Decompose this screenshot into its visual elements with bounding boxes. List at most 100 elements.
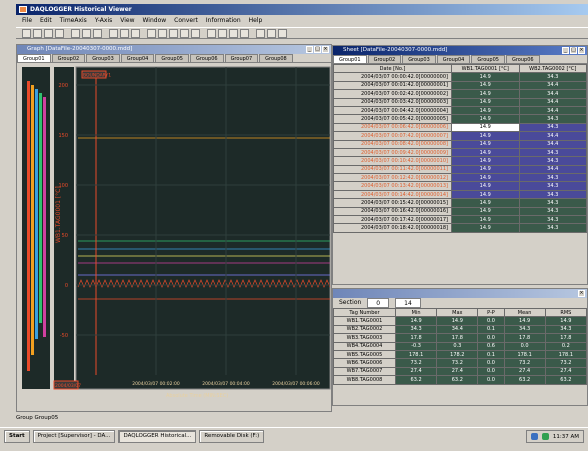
graph-tab-1[interactable]: Group01	[17, 54, 51, 62]
volume-icon[interactable]	[541, 433, 549, 440]
open-icon[interactable]	[22, 28, 31, 38]
table-row[interactable]: 2004/03/07 00:00:42.0[00000000] 14.9 34.3	[333, 72, 587, 82]
table-row[interactable]: 2004/03/07 00:06:42.0[00000006] 14.9 34.3	[333, 122, 587, 133]
record-icon[interactable]	[109, 28, 118, 38]
table-row[interactable]: 2004/03/07 00:01:42.0[00000001] 14.9 34.4	[333, 80, 587, 91]
cell-date[interactable]: 2004/03/07 00:07:42.0[00000007]	[333, 131, 452, 141]
stats-window-title[interactable]: ×	[333, 289, 587, 298]
sheet-window-title[interactable]: Sheet [DataFile-20040307-0000.mdd] _ □ ×	[333, 46, 587, 55]
stats-row[interactable]: WB6.TAG0006 73.2 73.2 0.0 73.2 73.2	[333, 358, 588, 368]
graph-window-title[interactable]: Graph [DataFile-20040307-0000.mdd] _ □ ×	[17, 45, 331, 54]
cell-date[interactable]: 2004/03/07 00:13:42.0[00000013]	[333, 181, 452, 191]
stats-col-rms[interactable]: RMS	[544, 307, 588, 318]
menu-window[interactable]: Window	[143, 16, 167, 26]
cell-value[interactable]: 14.9	[451, 89, 520, 99]
cell-value[interactable]: 34.3	[518, 147, 587, 158]
cell-value[interactable]: 34.3	[518, 189, 587, 200]
stats-row[interactable]: WB8.TAG0008 63.2 63.2 0.0 63.2 63.2	[333, 375, 588, 385]
cell-date[interactable]: 2004/03/07 00:17:42.0[00000017]	[333, 215, 452, 225]
scroll-left-icon[interactable]	[158, 28, 167, 38]
stats-row[interactable]: WB3.TAG0003 17.8 17.8 0.0 17.8 17.8	[333, 333, 588, 343]
graph-tab-8[interactable]: Group08	[259, 54, 293, 62]
table-row[interactable]: 2004/03/07 00:15:42.0[00000015] 14.9 34.3	[333, 198, 587, 208]
cell-value[interactable]: 14.9	[451, 139, 520, 149]
cell-value[interactable]: 14.9	[451, 198, 520, 208]
measure-icon[interactable]	[191, 28, 200, 38]
cell-value[interactable]: 14.9	[451, 223, 520, 233]
zoom-out-icon[interactable]	[131, 28, 140, 38]
stats-col-tagnumber[interactable]: Tag Number	[333, 307, 396, 318]
table-row[interactable]: 2004/03/07 00:18:42.0[00000018] 14.9 34.3	[333, 223, 587, 233]
col-tag2[interactable]: WB2.TAG0002 [°C]	[518, 63, 587, 74]
tile-icon[interactable]	[240, 28, 249, 38]
table-row[interactable]: 2004/03/07 00:14:42.0[00000014] 14.9 34.3	[333, 189, 587, 200]
cell-date[interactable]: 2004/03/07 00:09:42.0[00000009]	[333, 147, 452, 158]
cell-value[interactable]: 34.3	[518, 114, 587, 124]
cell-value[interactable]: 14.9	[451, 122, 520, 133]
taskbar-item-project[interactable]: Project [Supervisor] - DA...	[32, 430, 116, 443]
taskbar-item-removable-disk[interactable]: Removable Disk (F:)	[199, 430, 265, 443]
cell-value[interactable]: 34.4	[518, 80, 587, 91]
save-icon[interactable]	[33, 28, 42, 38]
col-tag1[interactable]: WB1.TAG0001 [°C]	[451, 63, 520, 74]
copy-icon[interactable]	[82, 28, 91, 38]
cell-value[interactable]: 34.3	[518, 223, 587, 233]
print-preview-icon[interactable]	[267, 28, 276, 38]
cell-value[interactable]: 34.3	[518, 206, 587, 217]
menu-convert[interactable]: Convert	[174, 16, 198, 26]
cell-date[interactable]: 2004/03/07 00:02:42.0[00000002]	[333, 89, 452, 99]
table-row[interactable]: 2004/03/07 00:10:42.0[00000010] 14.9 34.3	[333, 156, 587, 166]
sheet-tab-4[interactable]: Group04	[436, 55, 471, 63]
menu-file[interactable]: File	[22, 16, 32, 26]
cell-date[interactable]: 2004/03/07 00:12:42.0[00000012]	[333, 173, 452, 183]
network-icon[interactable]	[530, 433, 538, 440]
section-to[interactable]: 14	[395, 298, 421, 308]
cell-date[interactable]: 2004/03/07 00:14:42.0[00000014]	[333, 189, 452, 200]
cell-value[interactable]: 14.9	[451, 156, 520, 166]
cell-date[interactable]: 2004/03/07 00:18:42.0[00000018]	[333, 223, 452, 233]
cell-value[interactable]: 34.3	[518, 72, 587, 82]
menu-timeaxis[interactable]: TimeAxis	[60, 16, 87, 26]
menu-information[interactable]: Information	[206, 16, 241, 26]
stats-col-min[interactable]: Min	[394, 307, 438, 318]
cell-value[interactable]: 34.4	[518, 97, 587, 107]
cell-value[interactable]: 14.9	[451, 80, 520, 91]
help-icon[interactable]	[278, 28, 287, 38]
stats-row[interactable]: WB2.TAG0002 34.3 34.4 0.1 34.3 34.3	[333, 324, 588, 335]
minimize-button[interactable]: _	[562, 47, 569, 54]
sheet-tab-3[interactable]: Group03	[402, 55, 436, 63]
cell-date[interactable]: 2004/03/07 00:01:42.0[00000001]	[333, 80, 452, 91]
cell-value[interactable]: 34.3	[518, 198, 587, 208]
cell-value[interactable]: 34.4	[518, 105, 587, 116]
table-row[interactable]: 2004/03/07 00:13:42.0[00000013] 14.9 34.3	[333, 181, 587, 191]
cell-value[interactable]: 34.3	[518, 156, 587, 166]
cell-date[interactable]: 2004/03/07 00:00:42.0[00000000]	[333, 72, 452, 82]
sheet-tab-6[interactable]: Group06	[505, 55, 540, 63]
cell-date[interactable]: 2004/03/07 00:10:42.0[00000010]	[333, 156, 452, 166]
cell-value[interactable]: 14.9	[451, 181, 520, 191]
cell-value[interactable]: 14.9	[451, 131, 520, 141]
cell-value[interactable]: 34.3	[518, 122, 587, 133]
graph-tab-7[interactable]: Group07	[224, 54, 259, 62]
stats-col-max[interactable]: Max	[436, 307, 479, 318]
table-row[interactable]: 2004/03/07 00:04:42.0[00000004] 14.9 34.4	[333, 105, 587, 116]
scroll-right-icon[interactable]	[169, 28, 178, 38]
cell-value[interactable]: 14.9	[451, 215, 520, 225]
stats-col-pp[interactable]: P-P	[477, 307, 505, 318]
cell-value[interactable]: 34.4	[518, 139, 587, 149]
table-row[interactable]: 2004/03/07 00:02:42.0[00000002] 14.9 34.4	[333, 89, 587, 99]
cell-value[interactable]: 14.9	[451, 147, 520, 158]
cell-value[interactable]: 14.9	[451, 72, 520, 82]
graph-tab-2[interactable]: Group02	[51, 54, 86, 62]
scale-icon[interactable]	[180, 28, 189, 38]
cell-date[interactable]: 2004/03/07 00:11:42.0[00000011]	[333, 164, 452, 175]
sheet-tab-2[interactable]: Group02	[367, 55, 402, 63]
cell-date[interactable]: 2004/03/07 00:16:42.0[00000016]	[333, 206, 452, 217]
cell-value[interactable]: 14.9	[451, 105, 520, 116]
cell-value[interactable]: 14.9	[451, 189, 520, 200]
cursor-icon[interactable]	[147, 28, 156, 38]
export-icon[interactable]	[256, 28, 265, 38]
cell-value[interactable]: 34.4	[518, 131, 587, 141]
menu-help[interactable]: Help	[249, 16, 263, 26]
table-row[interactable]: 2004/03/07 00:08:42.0[00000008] 14.9 34.4	[333, 139, 587, 149]
